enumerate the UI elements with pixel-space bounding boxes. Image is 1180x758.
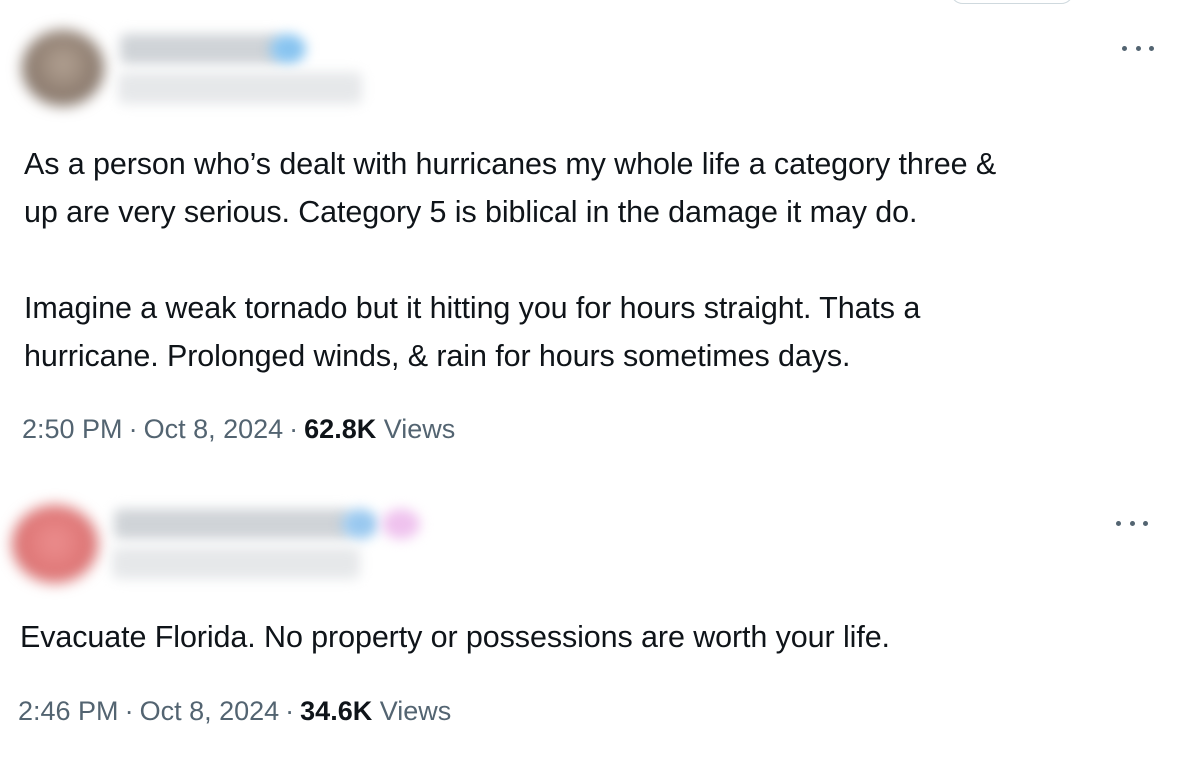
- views-label: Views: [379, 696, 452, 726]
- verified-badge-icon: [270, 34, 306, 64]
- verified-badge-icon: [342, 509, 378, 539]
- separator-dot: ·: [289, 414, 299, 444]
- tweet-text-line: Evacuate Florida. No property or possess…: [20, 620, 890, 654]
- tweet-date-link[interactable]: Oct 8, 2024: [140, 696, 280, 726]
- handle-redacted[interactable]: [118, 72, 362, 104]
- tweet-text-line: As a person who’s dealt with hurricanes …: [24, 147, 997, 181]
- tweet-text-line: up are very serious. Category 5 is bibli…: [24, 195, 918, 229]
- separator-dot: ·: [285, 696, 295, 726]
- avatar[interactable]: [22, 30, 104, 106]
- tweet[interactable]: Evacuate Florida. No property or possess…: [0, 475, 1180, 758]
- avatar[interactable]: [12, 505, 98, 583]
- tweet-date-link[interactable]: Oct 8, 2024: [144, 414, 284, 444]
- more-options-icon[interactable]: [1122, 38, 1154, 58]
- tweet-meta: 2:46 PM · Oct 8, 2024 · 34.6K Views: [18, 696, 451, 727]
- tweet[interactable]: As a person who’s dealt with hurricanes …: [0, 0, 1180, 475]
- tweet-text: As a person who’s dealt with hurricanes …: [24, 140, 996, 380]
- affiliation-badge-icon: [382, 509, 420, 539]
- views-label: Views: [383, 414, 456, 444]
- tweet-text-line: Imagine a weak tornado but it hitting yo…: [24, 291, 921, 325]
- display-name-redacted[interactable]: [114, 509, 350, 539]
- more-options-icon[interactable]: [1116, 513, 1148, 533]
- tweet-time-link[interactable]: 2:46 PM: [18, 696, 119, 726]
- tweet-text: Evacuate Florida. No property or possess…: [20, 613, 890, 661]
- handle-redacted[interactable]: [112, 547, 360, 579]
- tweet-text-line: hurricane. Prolonged winds, & rain for h…: [24, 339, 851, 373]
- separator-dot: ·: [124, 696, 134, 726]
- separator-dot: ·: [128, 414, 138, 444]
- views-count: 62.8K: [304, 414, 377, 444]
- tweet-meta: 2:50 PM · Oct 8, 2024 · 62.8K Views: [22, 414, 455, 445]
- views-count: 34.6K: [300, 696, 373, 726]
- tweet-time-link[interactable]: 2:50 PM: [22, 414, 123, 444]
- display-name-redacted[interactable]: [120, 34, 280, 64]
